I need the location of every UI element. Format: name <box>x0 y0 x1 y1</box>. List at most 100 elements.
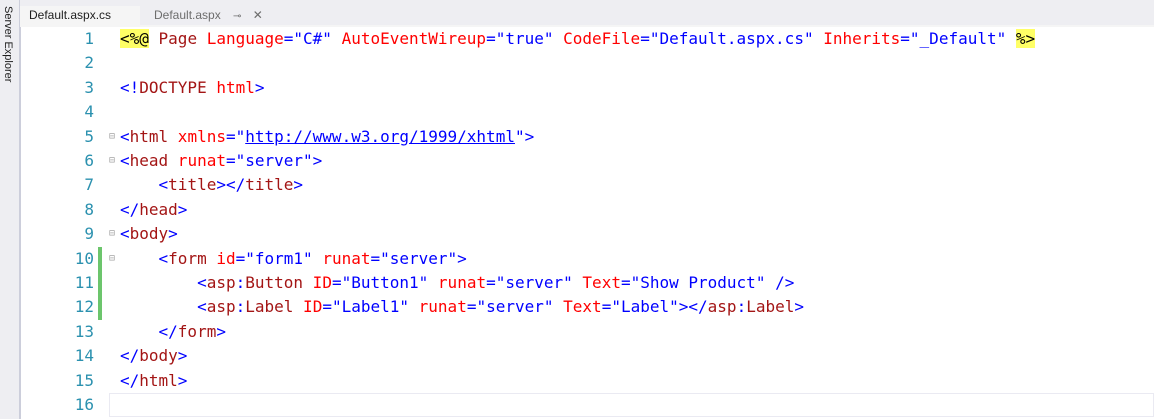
code-token: id <box>206 248 236 268</box>
code-link[interactable]: http://www.w3.org/1999/xhtml <box>245 127 515 146</box>
close-icon[interactable]: ✕ <box>253 6 263 25</box>
code-editor[interactable]: 1 <%@ Page Language="C#" AutoEventWireup=… <box>20 27 1154 419</box>
line-number: 3 <box>84 77 94 97</box>
code-token: title <box>245 175 294 195</box>
code-line[interactable]: 1 <%@ Page Language="C#" AutoEventWireup=… <box>21 27 1154 51</box>
code-token: < <box>120 248 169 268</box>
code-token: ="true" <box>486 29 564 48</box>
side-tool-strip: Server Explorer <box>0 0 20 419</box>
code-line[interactable]: 13 </form> <box>21 320 1154 344</box>
code-token: Label <box>245 297 294 317</box>
change-indicator <box>98 295 102 320</box>
code-token: < <box>120 224 130 244</box>
code-line[interactable]: 11 <asp:Button ID="Button1" runat="serve… <box>21 271 1154 296</box>
code-token: Inherits <box>823 29 901 48</box>
code-token: < <box>120 126 130 146</box>
code-token: Label <box>746 297 795 317</box>
line-number: 10 <box>74 248 94 268</box>
code-token: ="form1" <box>235 248 323 268</box>
collapse-toggle-icon[interactable]: ⊟ <box>109 125 118 149</box>
code-text[interactable]: <head runat="server"> <box>120 149 1154 173</box>
code-line[interactable]: 14 </body> <box>21 344 1154 368</box>
code-text[interactable]: <%@ Page Language="C#" AutoEventWireup="… <box>120 27 1154 51</box>
code-token: xmlns <box>168 126 226 146</box>
code-line[interactable]: 9 ⊟ <body> <box>21 222 1154 246</box>
pin-icon[interactable]: ⊸ <box>233 7 241 26</box>
code-line[interactable]: 7 <title></title> <box>21 173 1154 197</box>
code-token: </ <box>120 346 140 366</box>
code-token: runat <box>418 297 467 317</box>
code-token: ="Label"></ <box>601 297 708 317</box>
code-line[interactable]: 4 <box>21 100 1154 124</box>
code-line[interactable]: 16 <box>21 393 1154 418</box>
code-token: ="server" <box>486 273 583 292</box>
line-number: 7 <box>84 175 94 195</box>
code-token: ="server" <box>466 297 564 317</box>
code-token: asp <box>707 297 737 317</box>
code-token: ="Label1" <box>322 297 419 317</box>
code-token: DOCTYPE <box>139 77 207 97</box>
line-number: 14 <box>74 346 94 366</box>
code-line[interactable]: 12 <asp:Label ID="Label1" runat="server"… <box>21 295 1154 320</box>
code-text[interactable]: </html> <box>120 369 1154 393</box>
server-explorer-tab[interactable]: Server Explorer <box>2 6 14 82</box>
line-number: 15 <box>74 370 94 390</box>
code-token: form <box>168 248 207 268</box>
code-token: < <box>120 297 207 317</box>
collapse-toggle-icon[interactable]: ⊟ <box>109 149 118 173</box>
code-token: ="server"> <box>370 248 467 268</box>
code-text[interactable]: <asp:Label ID="Label1" runat="server" Te… <box>120 295 1154 319</box>
code-text[interactable]: </form> <box>120 320 1154 344</box>
code-token: CodeFile <box>563 29 641 48</box>
collapse-toggle-icon[interactable]: ⊟ <box>109 222 118 246</box>
code-token: : <box>235 297 246 317</box>
code-line[interactable]: 5 ⊟ <html xmlns="http://www.w3.org/1999/xh… <box>21 125 1154 149</box>
code-token: title <box>168 175 217 195</box>
code-token: < <box>120 151 130 170</box>
tab-default-aspx-cs[interactable]: Default.aspx.cs <box>20 6 140 25</box>
code-token: ="Button1" <box>331 273 438 292</box>
ide-window: Server Explorer Default.aspx.cs Default.… <box>0 0 1154 419</box>
line-number: 2 <box>84 53 94 73</box>
line-number: 5 <box>84 126 94 146</box>
current-line-highlight <box>109 393 1154 418</box>
code-text[interactable]: </body> <box>120 344 1154 368</box>
tab-label: Default.aspx <box>154 8 221 22</box>
code-token: ="server"> <box>225 151 323 170</box>
line-number: 12 <box>74 297 94 317</box>
code-token: form <box>177 321 217 341</box>
code-token: "> <box>514 126 535 146</box>
code-token: > <box>254 77 265 97</box>
code-text[interactable]: <title></title> <box>120 173 1154 197</box>
code-token: %> <box>1015 29 1036 48</box>
code-line[interactable]: 8 </head> <box>21 198 1154 222</box>
code-token: ="C#" <box>283 29 342 48</box>
code-line[interactable]: 3 <!DOCTYPE html> <box>21 76 1154 100</box>
code-token: Text <box>582 273 621 292</box>
code-text[interactable]: <asp:Button ID="Button1" runat="server" … <box>120 271 1154 295</box>
code-line[interactable]: 10 ⊟ <form id="form1" runat="server"> <box>21 246 1154 271</box>
code-line[interactable]: 2 <box>21 51 1154 75</box>
line-number: 8 <box>84 199 94 219</box>
code-token: > <box>216 321 226 341</box>
code-text[interactable]: <body> <box>120 222 1154 246</box>
code-text[interactable]: <html xmlns="http://www.w3.org/1999/xhtm… <box>120 125 1154 149</box>
code-token: ID <box>293 297 323 317</box>
code-token: Text <box>563 297 602 317</box>
code-token: > <box>177 346 188 366</box>
line-number: 11 <box>74 273 94 292</box>
code-token: html <box>139 370 178 390</box>
line-number: 4 <box>84 102 94 122</box>
tab-default-aspx[interactable]: Default.aspx ⊸ ✕ <box>146 6 263 26</box>
line-number: 9 <box>84 224 94 244</box>
collapse-toggle-icon[interactable]: ⊟ <box>109 247 118 271</box>
code-token: ></ <box>216 175 246 195</box>
code-text[interactable]: </head> <box>120 198 1154 222</box>
code-line[interactable]: 6 ⊟ <head runat="server"> <box>21 149 1154 173</box>
code-line[interactable]: 15 </html> <box>21 369 1154 393</box>
line-number: 13 <box>74 321 94 341</box>
code-text[interactable]: <form id="form1" runat="server"> <box>120 247 1154 271</box>
code-text[interactable]: <!DOCTYPE html> <box>120 76 1154 100</box>
code-token: asp <box>206 297 236 317</box>
code-token: Button <box>245 273 304 292</box>
